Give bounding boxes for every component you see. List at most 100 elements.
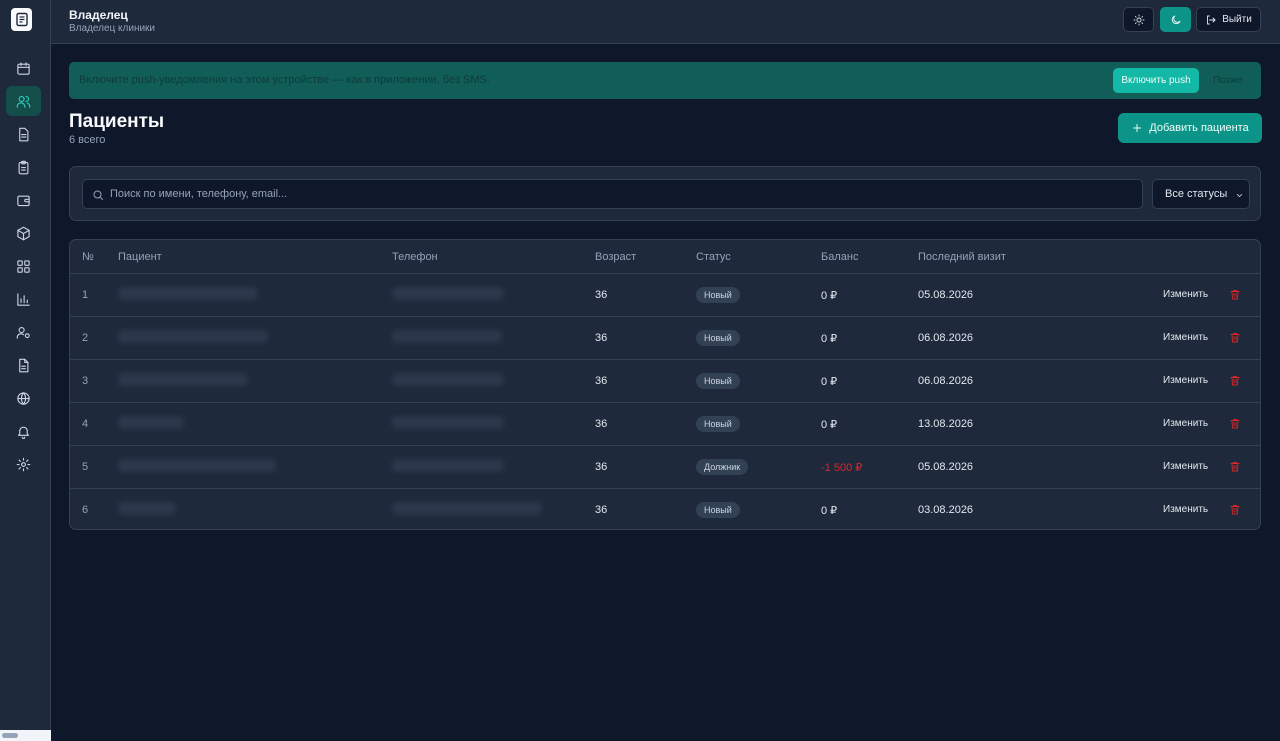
users-icon — [16, 95, 31, 108]
patient-name-redacted[interactable] — [118, 416, 184, 429]
sun-icon — [1133, 14, 1144, 25]
enable-push-button[interactable]: Включить push — [1113, 68, 1199, 93]
sidebar-item-notifications[interactable] — [6, 416, 41, 446]
add-patient-button[interactable]: Добавить пациента — [1118, 113, 1262, 143]
last-visit-date: 06.08.2026 — [918, 332, 974, 344]
sidebar-item-reports[interactable] — [6, 284, 41, 314]
document-icon — [19, 127, 29, 141]
delete-button[interactable] — [1229, 503, 1241, 516]
patients-table: № Пациент Телефон Возраст Статус Баланс … — [69, 239, 1261, 530]
table-row[interactable]: 1 36 Новый 0 ₽ 05.08.2026 Изменить — [70, 274, 1260, 317]
top-bar: Владелец Владелец клиники Выйти — [51, 0, 1280, 44]
status-filter-select[interactable]: Все статусы — [1152, 179, 1250, 209]
sidebar-item-inventory[interactable] — [6, 218, 41, 248]
sidebar-scrollbar[interactable] — [0, 730, 51, 741]
column-header-patient: Пациент — [118, 251, 162, 263]
edit-button[interactable]: Изменить — [1163, 504, 1208, 515]
table-row[interactable]: 2 36 Новый 0 ₽ 06.08.2026 Изменить — [70, 317, 1260, 360]
last-visit-date: 06.08.2026 — [918, 375, 974, 387]
light-theme-button[interactable] — [1123, 7, 1154, 32]
dark-theme-button[interactable] — [1160, 7, 1191, 32]
status-badge: Новый — [696, 416, 740, 432]
clipboard-icon — [18, 160, 29, 174]
column-header-balance: Баланс — [821, 251, 859, 263]
patient-name-redacted[interactable] — [118, 373, 248, 386]
patient-age: 36 — [595, 418, 608, 430]
trash-icon — [1230, 505, 1240, 515]
delete-button[interactable] — [1229, 331, 1241, 344]
globe-icon — [17, 391, 30, 405]
sidebar-item-records[interactable] — [6, 119, 41, 149]
patient-name-redacted[interactable] — [118, 502, 176, 515]
column-header-last-visit: Последний визит — [918, 251, 1006, 263]
sidebar-item-schedule[interactable] — [6, 53, 41, 83]
column-header-number: № — [82, 251, 94, 263]
logo-icon — [15, 12, 28, 27]
column-header-age: Возраст — [595, 251, 637, 263]
delete-button[interactable] — [1229, 417, 1241, 430]
chart-icon — [17, 292, 30, 306]
edit-button[interactable]: Изменить — [1163, 332, 1208, 343]
edit-button[interactable]: Изменить — [1163, 418, 1208, 429]
row-number: 2 — [82, 332, 89, 344]
sidebar-item-finance[interactable] — [6, 185, 41, 215]
user-settings-icon — [16, 326, 30, 339]
status-badge: Новый — [696, 502, 740, 518]
delete-button[interactable] — [1229, 374, 1241, 387]
edit-button[interactable]: Изменить — [1163, 289, 1208, 300]
status-badge: Новый — [696, 287, 740, 303]
patients-count: 6 всего — [69, 134, 106, 146]
sidebar-item-services[interactable] — [6, 251, 41, 281]
patient-name-redacted[interactable] — [118, 287, 258, 300]
app-logo[interactable] — [11, 8, 32, 31]
calendar-icon — [17, 61, 30, 75]
delete-button[interactable] — [1229, 460, 1241, 473]
row-number: 6 — [82, 504, 89, 516]
gear-icon — [16, 457, 31, 471]
sidebar-item-website[interactable] — [6, 383, 41, 413]
wallet-icon — [17, 195, 30, 206]
patient-balance: 0 ₽ — [821, 419, 838, 431]
patient-name-redacted[interactable] — [118, 459, 276, 472]
patient-age: 36 — [595, 332, 608, 344]
page-title: Пациенты — [69, 111, 165, 132]
logout-button[interactable]: Выйти — [1196, 7, 1261, 32]
table-row[interactable]: 3 36 Новый 0 ₽ 06.08.2026 Изменить — [70, 360, 1260, 403]
sidebar — [0, 0, 51, 741]
sidebar-item-settings[interactable] — [6, 449, 41, 479]
sidebar-item-patients[interactable] — [6, 86, 41, 116]
sidebar-item-tasks[interactable] — [6, 152, 41, 182]
user-subrole: Владелец клиники — [69, 23, 156, 34]
edit-button[interactable]: Изменить — [1163, 375, 1208, 386]
patient-name-redacted[interactable] — [118, 330, 268, 343]
patient-age: 36 — [595, 289, 608, 301]
delete-button[interactable] — [1229, 288, 1241, 301]
add-patient-label: Добавить пациента — [1149, 122, 1249, 134]
box-icon — [17, 226, 30, 240]
sidebar-item-staff[interactable] — [6, 317, 41, 347]
last-visit-date: 03.08.2026 — [918, 504, 974, 516]
phone-redacted — [392, 287, 504, 300]
phone-redacted — [392, 459, 504, 472]
table-row[interactable]: 4 36 Новый 0 ₽ 13.08.2026 Изменить — [70, 403, 1260, 446]
logout-icon — [1207, 15, 1216, 24]
last-visit-date: 05.08.2026 — [918, 461, 974, 473]
chevron-down-icon — [1236, 194, 1243, 197]
status-badge: Новый — [696, 373, 740, 389]
row-number: 3 — [82, 375, 89, 387]
status-badge: Должник — [696, 459, 749, 475]
search-input[interactable] — [110, 180, 1130, 208]
edit-button[interactable]: Изменить — [1163, 461, 1208, 472]
trash-icon — [1230, 333, 1240, 343]
scrollbar-thumb[interactable] — [2, 733, 18, 738]
later-button[interactable]: Позже — [1213, 75, 1242, 86]
trash-icon — [1230, 290, 1240, 300]
row-number: 4 — [82, 418, 89, 430]
phone-redacted — [392, 373, 504, 386]
table-row[interactable]: 5 36 Должник -1 500 ₽ 05.08.2026 Изменит… — [70, 446, 1260, 489]
grid-icon — [17, 259, 30, 273]
sidebar-item-documents[interactable] — [6, 350, 41, 380]
push-banner: Включите push-уведомления на этом устрой… — [69, 62, 1261, 99]
table-row[interactable]: 6 36 Новый 0 ₽ 03.08.2026 Изменить — [70, 489, 1260, 529]
status-filter-value: Все статусы — [1165, 188, 1228, 200]
